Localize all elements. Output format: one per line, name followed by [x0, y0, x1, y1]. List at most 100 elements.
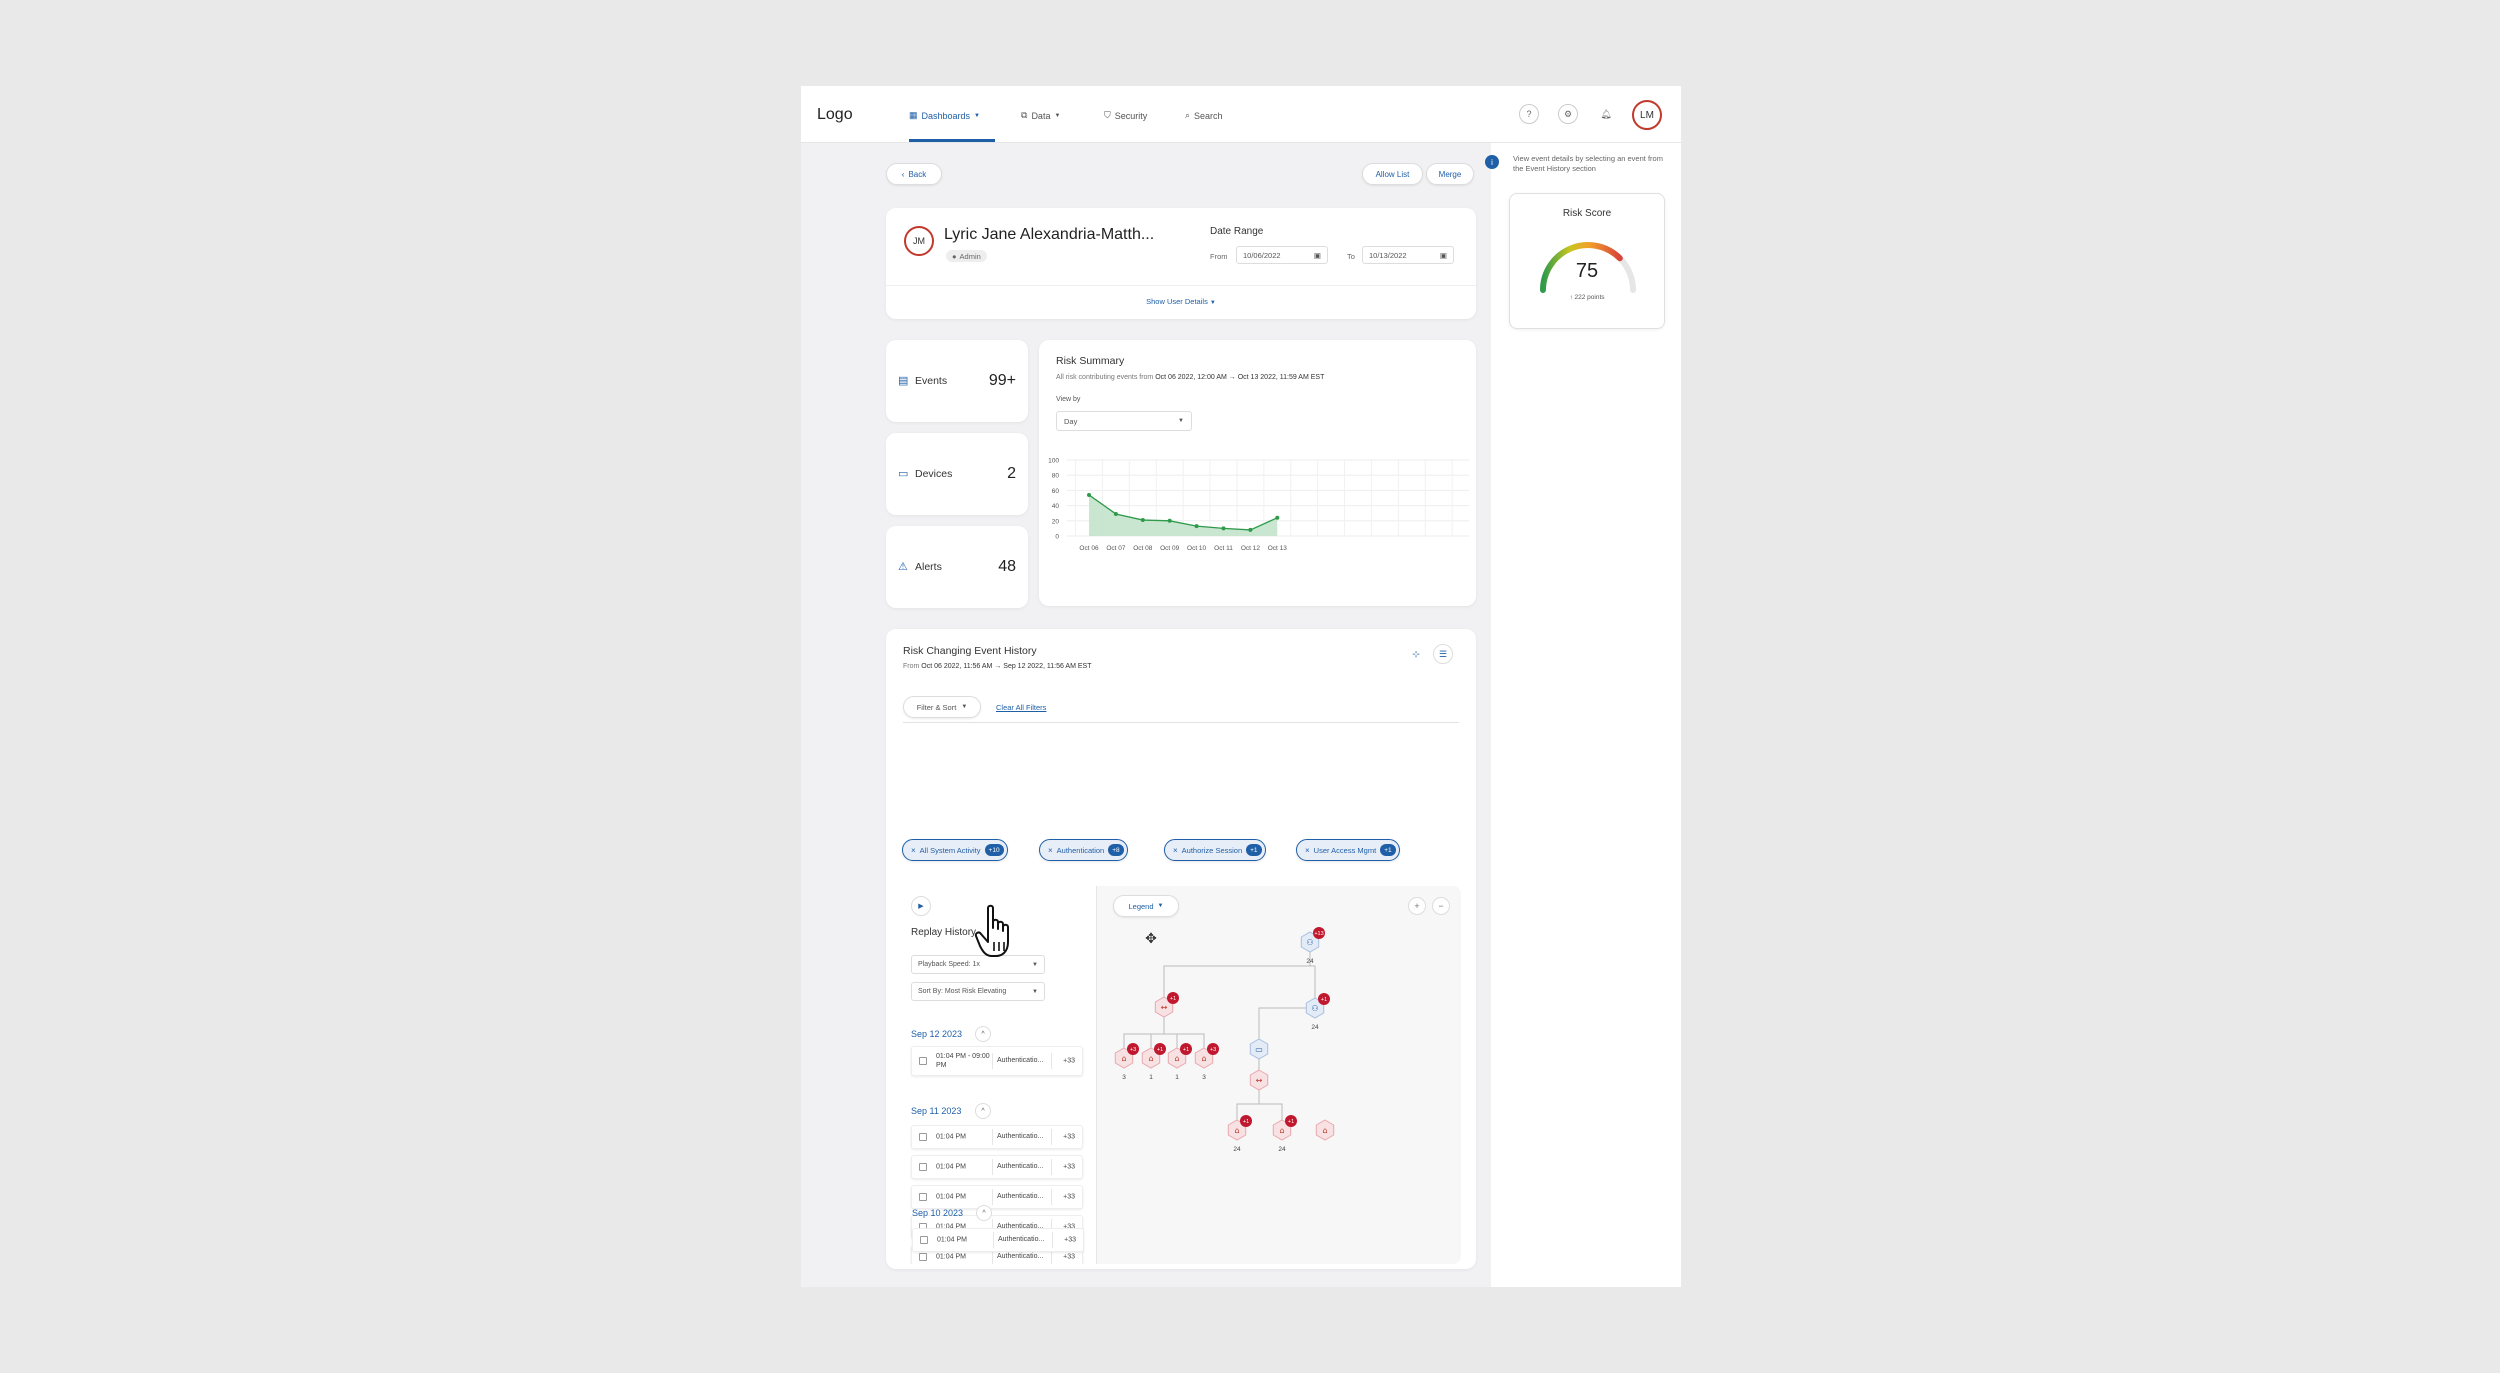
graph-node[interactable]: ⌂ +1 24 — [1227, 1115, 1252, 1153]
date-range-title: Date Range — [1210, 226, 1264, 237]
close-icon[interactable]: × — [1048, 846, 1053, 855]
data-point — [1248, 527, 1253, 532]
help-icon[interactable]: ? — [1519, 104, 1539, 124]
events-stat-card[interactable]: ▤ Events 99+ — [886, 340, 1028, 422]
close-icon[interactable]: × — [911, 846, 916, 855]
from-label: From — [1210, 252, 1228, 261]
graph-node[interactable]: ↔+1 — [1154, 992, 1179, 1018]
filter-chip[interactable]: × Authentication +8 — [1039, 839, 1128, 861]
x-tick-label: Oct 07 — [1106, 545, 1126, 552]
graph-edge — [1163, 952, 1311, 998]
to-date-input[interactable]: 10/13/2022 ▣ — [1362, 246, 1454, 264]
session-icon: ↔ — [1256, 1076, 1263, 1085]
filter-chip[interactable]: × User Access Mgmt +1 — [1296, 839, 1400, 861]
graph-node[interactable]: ▭ — [1249, 1038, 1269, 1060]
role-badge: ● Admin — [946, 250, 987, 262]
graph-node[interactable]: ⌂ +3 3 — [1114, 1043, 1139, 1081]
alerts-stat-card[interactable]: ⚠ Alerts 48 — [886, 526, 1028, 608]
node-count: 24 — [1306, 958, 1314, 965]
graph-layer: ⚇+1324↔+1⚇+124⌂+33⌂+11⌂+11⌂+33▭↔⌂+124⌂+1… — [1114, 927, 1335, 1153]
allow-list-button[interactable]: Allow List — [1362, 163, 1423, 185]
data-point — [1275, 515, 1280, 520]
x-tick-label: Oct 08 — [1133, 545, 1153, 552]
device-icon: ⌂ — [1322, 1126, 1327, 1135]
graph-node[interactable]: ⚇+1 24 — [1305, 993, 1330, 1031]
y-tick-label: 80 — [1052, 473, 1060, 480]
nav-security[interactable]: ⛉ Security — [1104, 110, 1147, 121]
node-badge-label: +1 — [1170, 996, 1176, 1002]
nav-data[interactable]: ⧉ Data ▼ — [1021, 110, 1060, 121]
graph-node[interactable]: ⌂ +3 3 — [1194, 1043, 1219, 1081]
x-tick-label: Oct 11 — [1214, 545, 1233, 552]
chip-count: +10 — [984, 844, 1004, 856]
list-view-icon[interactable]: ☰ — [1433, 644, 1453, 664]
nav-search[interactable]: ⌕ Search — [1185, 110, 1223, 121]
y-tick-label: 20 — [1052, 518, 1060, 525]
graph-node[interactable]: ⌂ +1 24 — [1272, 1115, 1297, 1153]
person-icon: ● — [952, 251, 957, 261]
stat-label: Devices — [915, 468, 953, 480]
gear-icon[interactable]: ⚙ — [1558, 104, 1578, 124]
chevron-up-icon[interactable]: ^ — [976, 1205, 992, 1221]
node-count: 24 — [1278, 1146, 1286, 1153]
graph-node[interactable]: ⌂ — [1315, 1119, 1335, 1141]
nav-dashboards[interactable]: ▦ Dashboards ▼ — [909, 110, 980, 121]
graph-node[interactable]: ⚇+13 24 — [1300, 927, 1325, 965]
from-date-input[interactable]: 10/06/2022 ▣ — [1236, 246, 1328, 264]
device-icon: ⌂ — [1279, 1126, 1284, 1135]
merge-button[interactable]: Merge — [1426, 163, 1474, 185]
chip-count: +1 — [1246, 844, 1262, 856]
close-icon[interactable]: × — [1173, 846, 1178, 855]
stat-value: 2 — [1007, 465, 1016, 482]
graph-node[interactable]: ⌂ +1 1 — [1141, 1043, 1166, 1081]
user-avatar[interactable]: LM — [1632, 100, 1662, 130]
filter-sort-button[interactable]: Filter & Sort ▼ — [903, 696, 981, 718]
data-point — [1194, 524, 1199, 529]
chevron-down-icon: ▼ — [961, 704, 968, 710]
info-text: View event details by selecting an event… — [1513, 154, 1663, 173]
bell-icon[interactable]: 🔔︎ — [1596, 104, 1616, 124]
move-icon: ✥ — [1145, 931, 1157, 947]
graph-node[interactable]: ↔ — [1249, 1069, 1269, 1091]
user-icon: ⚇ — [1311, 1004, 1318, 1013]
y-tick-label: 40 — [1052, 503, 1060, 510]
calendar-icon: ▣ — [1313, 250, 1321, 260]
row-checkbox[interactable] — [920, 1236, 928, 1244]
x-tick-label: Oct 09 — [1160, 545, 1180, 552]
node-count: 24 — [1233, 1146, 1241, 1153]
tree-view-icon[interactable]: ⊹ — [1406, 644, 1426, 664]
to-date-value: 10/13/2022 — [1369, 250, 1407, 260]
filter-chip[interactable]: × All System Activity +10 — [902, 839, 1008, 861]
graph-edge — [1310, 965, 1316, 998]
event-details-panel: i View event details by selecting an eve… — [1485, 143, 1681, 1287]
graph-edge — [1259, 1103, 1283, 1121]
data-point — [1221, 526, 1226, 531]
stat-label: Events — [915, 375, 948, 387]
session-icon: ↔ — [1161, 1003, 1168, 1012]
copy-icon: ⧉ — [1021, 110, 1028, 120]
grid-icon: ▦ — [909, 110, 918, 120]
chevron-left-icon: ‹ — [901, 169, 905, 179]
graph-node[interactable]: ⌂ +1 1 — [1167, 1043, 1192, 1081]
device-icon: ⌂ — [1148, 1054, 1153, 1063]
event-type: Authenticatio... — [993, 1232, 1053, 1248]
event-row[interactable]: 01:04 PM Authenticatio... +33 — [912, 1228, 1084, 1252]
subtitle-range: Oct 06 2022, 11:56 AM → Sep 12 2022, 11:… — [921, 663, 1092, 670]
info-icon: i — [1485, 155, 1499, 169]
top-nav: Logo ▦ Dashboards ▼ ⧉ Data ▼ ⛉ Security … — [801, 86, 1681, 143]
devices-stat-card[interactable]: ▭ Devices 2 — [886, 433, 1028, 515]
node-badge-label: +1 — [1183, 1047, 1189, 1053]
chip-label: User Access Mgmt — [1313, 845, 1377, 855]
back-button[interactable]: ‹ Back — [886, 163, 942, 185]
node-count: 1 — [1175, 1074, 1179, 1081]
calendar-icon: ▣ — [1439, 250, 1447, 260]
x-tick-label: Oct 10 — [1187, 545, 1207, 552]
x-tick-label: Oct 06 — [1079, 545, 1099, 552]
close-icon[interactable]: × — [1305, 846, 1310, 855]
show-user-details-link[interactable]: Show User Details ▼ — [886, 297, 1476, 306]
node-badge-label: +1 — [1288, 1119, 1294, 1125]
divider — [903, 722, 1459, 723]
clear-all-filters-link[interactable]: Clear All Filters — [996, 703, 1046, 712]
logo: Logo — [817, 106, 853, 123]
filter-chip[interactable]: × Authorize Session +1 — [1164, 839, 1266, 861]
